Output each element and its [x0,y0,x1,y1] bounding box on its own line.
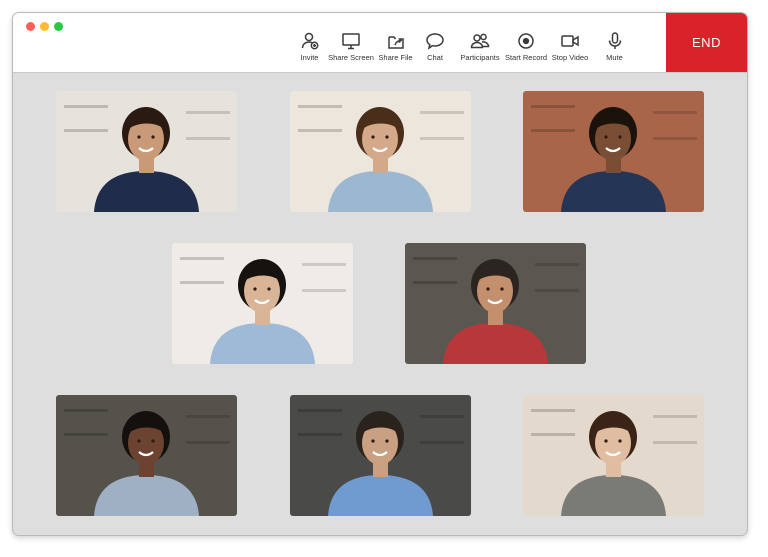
share-screen-button[interactable]: Share Screen [325,31,377,62]
participants-button[interactable]: Participants [456,31,504,62]
start-record-label: Start Record [504,53,548,62]
minimize-window-button[interactable] [40,22,49,31]
start-record-button[interactable]: Start Record [504,31,548,62]
participant-video-feed [523,91,704,212]
share-file-button[interactable]: Share File [377,31,414,62]
record-icon [518,33,534,49]
end-call-button[interactable]: END [666,13,747,72]
stop-video-label: Stop Video [551,53,589,62]
close-window-button[interactable] [26,22,35,31]
participant-video-feed [172,243,353,364]
share-screen-label: Share Screen [328,53,374,62]
chat-bubble-icon [426,33,444,50]
toolbar: Invite Share Screen Share File Chat Part… [13,13,747,73]
participant-video-feed [405,243,586,364]
window-controls [26,22,63,31]
monitor-icon [342,33,360,50]
mute-label: Mute [606,53,623,62]
share-file-icon [387,36,404,49]
participant-video-feed [56,395,237,516]
share-file-label: Share File [378,53,413,62]
toolbar-tools: Invite Share Screen Share File Chat Part… [294,31,637,62]
participant-video-tile[interactable] [172,243,353,364]
participant-video-tile[interactable] [56,91,237,212]
video-camera-icon [561,35,579,47]
participant-video-feed [523,395,704,516]
participant-video-feed [56,91,237,212]
participant-video-tile[interactable] [290,91,471,212]
mute-button[interactable]: Mute [592,31,637,62]
microphone-icon [608,32,621,49]
chat-button[interactable]: Chat [414,31,456,62]
maximize-window-button[interactable] [54,22,63,31]
invite-button[interactable]: Invite [294,31,325,62]
participants-label: Participants [460,53,500,62]
participant-video-tile[interactable] [523,395,704,516]
invite-label: Invite [300,53,319,62]
add-user-icon [301,32,318,50]
chat-label: Chat [427,53,443,62]
video-call-window: Invite Share Screen Share File Chat Part… [12,12,748,536]
participant-video-tile[interactable] [523,91,704,212]
participant-video-tile[interactable] [405,243,586,364]
participants-icon [470,33,490,49]
participant-video-tile[interactable] [56,395,237,516]
participant-video-feed [290,395,471,516]
stop-video-button[interactable]: Stop Video [548,31,592,62]
participant-video-feed [290,91,471,212]
participant-video-tile[interactable] [290,395,471,516]
